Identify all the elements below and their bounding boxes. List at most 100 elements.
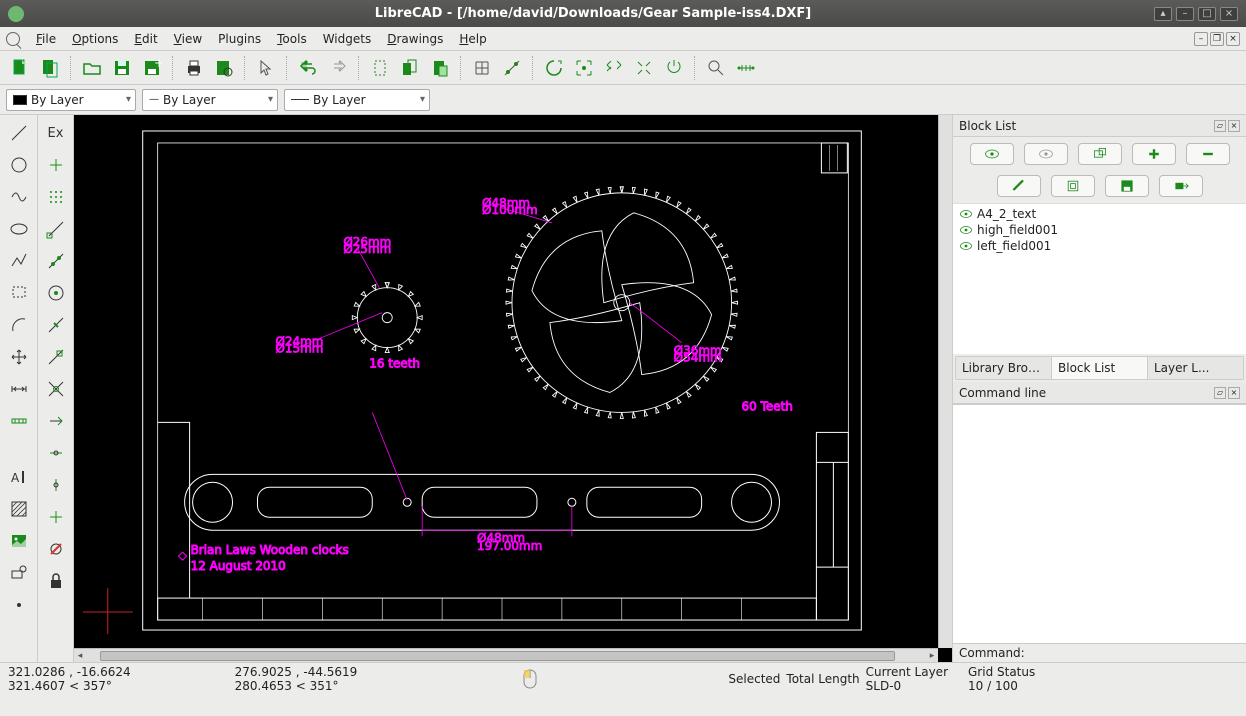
snap-grid[interactable] <box>42 183 70 211</box>
zoom-previous-button[interactable] <box>600 54 628 82</box>
cmd-close-button[interactable]: × <box>1228 387 1240 399</box>
snap-center[interactable] <box>42 279 70 307</box>
window-minimize-button[interactable]: – <box>1176 7 1194 21</box>
menu-options[interactable]: Options <box>64 30 126 48</box>
zoom-window-button[interactable] <box>630 54 658 82</box>
image-tool[interactable] <box>5 527 33 555</box>
print-preview-button[interactable] <box>210 54 238 82</box>
svg-text:A: A <box>11 471 20 485</box>
snap-intersection[interactable] <box>42 375 70 403</box>
tab-block-list[interactable]: Block List <box>1052 357 1148 379</box>
cut-button[interactable] <box>366 54 394 82</box>
lock-relative-zero[interactable] <box>42 567 70 595</box>
menu-tools[interactable]: Tools <box>269 30 315 48</box>
polyline-tool[interactable] <box>5 247 33 275</box>
measure-button[interactable] <box>732 54 760 82</box>
search-icon[interactable] <box>6 32 20 46</box>
block-remove-button[interactable] <box>1186 143 1230 165</box>
zoom-redraw-button[interactable] <box>540 54 568 82</box>
zoom-auto-button[interactable] <box>570 54 598 82</box>
command-input[interactable] <box>1029 646 1240 660</box>
cmd-undock-button[interactable]: ▱ <box>1214 387 1226 399</box>
block-item[interactable]: A4_2_text <box>955 206 1244 222</box>
menu-drawings[interactable]: Drawings <box>379 30 451 48</box>
window-pin-button[interactable]: ▴ <box>1154 7 1172 21</box>
line-tool[interactable] <box>5 119 33 147</box>
save-button[interactable] <box>108 54 136 82</box>
snap-on-entity[interactable] <box>42 247 70 275</box>
select-tool[interactable] <box>5 279 33 307</box>
block-rename-button[interactable] <box>997 175 1041 197</box>
copy-button[interactable] <box>396 54 424 82</box>
snap-middle[interactable] <box>42 311 70 339</box>
window-title: LibreCAD - [/home/david/Downloads/Gear S… <box>32 6 1154 21</box>
menu-plugins[interactable]: Plugins <box>210 30 269 48</box>
panel-close-button[interactable]: × <box>1228 120 1240 132</box>
window-close-button[interactable]: × <box>1220 7 1238 21</box>
menu-help[interactable]: Help <box>451 30 494 48</box>
hatch-tool[interactable] <box>5 495 33 523</box>
restrict-vertical[interactable] <box>42 503 70 531</box>
linestyle-combo[interactable]: By Layer <box>284 89 430 111</box>
panel-undock-button[interactable]: ▱ <box>1214 120 1226 132</box>
point-tool[interactable] <box>5 591 33 619</box>
block-create-button[interactable] <box>1078 143 1122 165</box>
pointer-button[interactable] <box>252 54 280 82</box>
svg-text:16 teeth: 16 teeth <box>369 357 420 371</box>
arc-tool[interactable] <box>5 311 33 339</box>
grid-toggle-button[interactable] <box>468 54 496 82</box>
drawing-canvas[interactable]: 16 teeth Ø24mm Ø15mm Ø26mm Ø25mm <box>74 115 952 662</box>
print-button[interactable] <box>180 54 208 82</box>
block-show-all-button[interactable] <box>970 143 1014 165</box>
color-combo[interactable]: By Layer <box>6 89 136 111</box>
snap-free[interactable] <box>42 151 70 179</box>
draft-toggle-button[interactable] <box>498 54 526 82</box>
ellipse-tool[interactable] <box>5 215 33 243</box>
restrict-horizontal[interactable] <box>42 471 70 499</box>
snap-exclusive[interactable]: Ex <box>42 119 70 147</box>
block-hide-all-button[interactable] <box>1024 143 1068 165</box>
block-list[interactable]: A4_2_text high_field001 left_field001 <box>953 204 1246 354</box>
new-button[interactable] <box>6 54 34 82</box>
block-item[interactable]: left_field001 <box>955 238 1244 254</box>
move-tool[interactable] <box>5 343 33 371</box>
set-relative-zero[interactable] <box>42 535 70 563</box>
mdi-close-button[interactable]: × <box>1226 32 1240 46</box>
horizontal-scrollbar[interactable]: ◂▸ <box>74 648 938 662</box>
redo-button[interactable] <box>324 54 352 82</box>
open-button[interactable] <box>78 54 106 82</box>
block-edit-button[interactable] <box>1051 175 1095 197</box>
mdi-restore-button[interactable]: ❐ <box>1210 32 1224 46</box>
dimension-tool[interactable] <box>5 375 33 403</box>
command-output[interactable] <box>953 404 1246 643</box>
mdi-minimize-button[interactable]: – <box>1194 32 1208 46</box>
menu-widgets[interactable]: Widgets <box>315 30 380 48</box>
zoom-pan-button[interactable] <box>660 54 688 82</box>
tab-library-browser[interactable]: Library Brow... <box>956 357 1052 379</box>
restrict-nothing[interactable] <box>42 407 70 435</box>
restrict-orthogonal[interactable] <box>42 439 70 467</box>
tab-layer-list[interactable]: Layer L... <box>1148 357 1243 379</box>
block-save-button[interactable] <box>1105 175 1149 197</box>
save-as-button[interactable]: + <box>138 54 166 82</box>
menu-view[interactable]: View <box>166 30 210 48</box>
modify-tool[interactable] <box>5 407 33 435</box>
menu-file[interactable]: File <box>28 30 64 48</box>
vertical-scrollbar[interactable] <box>938 115 952 648</box>
block-insert-button[interactable] <box>1159 175 1203 197</box>
snap-distance[interactable] <box>42 343 70 371</box>
block-add-button[interactable] <box>1132 143 1176 165</box>
text-tool[interactable]: A <box>5 463 33 491</box>
curve-tool[interactable] <box>5 183 33 211</box>
circle-tool[interactable] <box>5 151 33 179</box>
lineweight-combo[interactable]: —By Layer <box>142 89 278 111</box>
menu-edit[interactable]: Edit <box>126 30 165 48</box>
undo-button[interactable] <box>294 54 322 82</box>
paste-button[interactable] <box>426 54 454 82</box>
find-button[interactable] <box>702 54 730 82</box>
snap-endpoint[interactable] <box>42 215 70 243</box>
window-maximize-button[interactable]: □ <box>1198 7 1216 21</box>
new-template-button[interactable] <box>36 54 64 82</box>
block-tool[interactable] <box>5 559 33 587</box>
block-item[interactable]: high_field001 <box>955 222 1244 238</box>
